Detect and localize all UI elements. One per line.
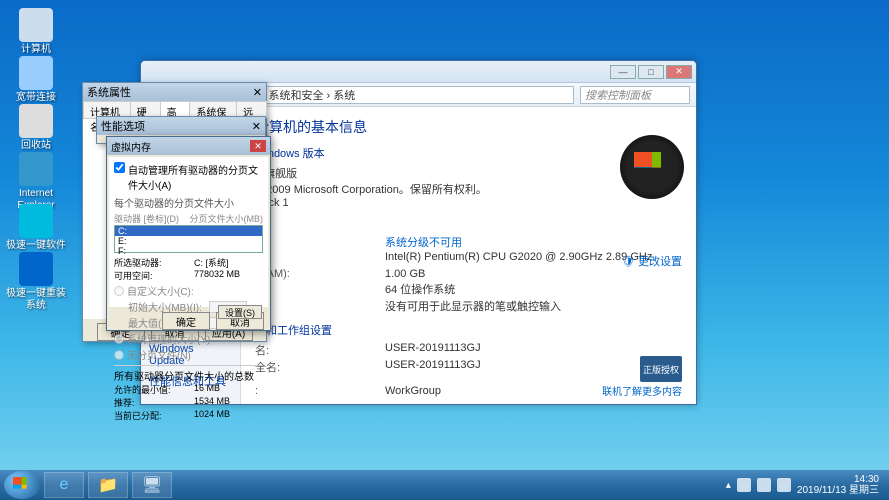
learn-more-link[interactable]: 联机了解更多内容 <box>602 383 682 398</box>
computer-name: USER-20191113GJ <box>385 342 682 358</box>
dialog-virtual-memory: 虚拟内存✕ 自动管理所有驱动器的分页文件大小(A) 每个驱动器的分页文件大小 驱… <box>106 136 271 331</box>
windows-icon <box>13 477 31 493</box>
clock[interactable]: 14:30 2019/11/13 星期三 <box>797 474 879 496</box>
maximize-button[interactable]: □ <box>638 65 664 79</box>
service-pack: Pack 1 <box>255 197 682 209</box>
section-edition: Windows 版本 <box>255 145 682 161</box>
totals-heading: 所有驱动器分页文件大小的总数 <box>114 368 263 383</box>
start-button[interactable] <box>4 471 40 499</box>
ok-button[interactable]: 确定 <box>162 312 210 330</box>
titlebar[interactable]: 虚拟内存✕ <box>107 137 270 155</box>
edition-value: 7 旗舰版 <box>255 165 682 181</box>
close-icon[interactable]: ✕ <box>252 120 261 133</box>
desktop-icon-app1[interactable]: 极速一键软件 <box>6 204 66 252</box>
radio-no-paging[interactable]: 无分页文件(N) <box>114 347 263 362</box>
search-input[interactable]: 搜索控制面板 <box>580 86 690 104</box>
genuine-badge: 正版授权 <box>640 356 682 382</box>
tray-volume-icon[interactable] <box>757 478 771 492</box>
rating-link[interactable]: 系统分级不可用 <box>385 234 682 250</box>
drive-item[interactable]: C: <box>115 226 262 236</box>
desktop-icon-recycle[interactable]: 回收站 <box>6 104 66 152</box>
change-settings-link[interactable]: 🛡 更改设置 <box>621 253 682 269</box>
close-icon[interactable]: ✕ <box>253 86 262 99</box>
tray-flag-icon[interactable] <box>737 478 751 492</box>
ram-value: 1.00 GB <box>385 268 682 280</box>
section-network: 域和工作组设置 <box>255 322 682 338</box>
each-drive-label: 每个驱动器的分页文件大小 <box>114 195 263 210</box>
set-button[interactable]: 设置(S) <box>218 305 262 319</box>
full-name: USER-20191113GJ <box>385 359 682 375</box>
task-ie[interactable]: e <box>44 472 84 498</box>
drive-list[interactable]: C: E: F: <box>114 225 263 253</box>
drive-item[interactable]: F: <box>115 246 262 256</box>
desktop-icon-ie[interactable]: Internet Explorer <box>6 152 66 212</box>
page-title: 计算机的基本信息 <box>255 117 682 137</box>
auto-manage-checkbox[interactable]: 自动管理所有驱动器的分页文件大小(A) <box>114 162 263 192</box>
systype-value: 64 位操作系统 <box>385 281 682 297</box>
taskbar: e 📁 🖥 ▴ 14:30 2019/11/13 星期三 <box>0 470 889 500</box>
close-button[interactable]: ✕ <box>666 65 692 79</box>
desktop-icon-computer[interactable]: 计算机 <box>6 8 66 56</box>
titlebar[interactable]: — □ ✕ <box>141 61 696 83</box>
drive-item[interactable]: E: <box>115 236 262 246</box>
task-system[interactable]: 🖥 <box>132 472 172 498</box>
close-button[interactable]: ✕ <box>250 140 266 152</box>
radio-custom[interactable]: 自定义大小(C): <box>114 283 263 298</box>
desktop-icon-app2[interactable]: 极速一键重装系统 <box>6 252 66 312</box>
tray-expand-icon[interactable]: ▴ <box>726 480 731 491</box>
main-pane: 计算机的基本信息 Windows 版本 7 旗舰版 © 2009 Microso… <box>241 107 696 404</box>
tray-network-icon[interactable] <box>777 478 791 492</box>
pen-value: 没有可用于此显示器的笔或触控输入 <box>385 298 682 314</box>
task-explorer[interactable]: 📁 <box>88 472 128 498</box>
minimize-button[interactable]: — <box>610 65 636 79</box>
copyright: © 2009 Microsoft Corporation。保留所有权利。 <box>255 181 682 197</box>
titlebar[interactable]: 系统属性✕ <box>83 83 266 101</box>
system-tray: ▴ 14:30 2019/11/13 星期三 <box>726 474 885 496</box>
titlebar[interactable]: 性能选项✕ <box>97 117 265 135</box>
radio-system-managed[interactable]: 系统管理的大小(Y) <box>114 331 263 346</box>
desktop-icon-broadband[interactable]: 宽带连接 <box>6 56 66 104</box>
windows-logo-icon <box>620 135 684 199</box>
